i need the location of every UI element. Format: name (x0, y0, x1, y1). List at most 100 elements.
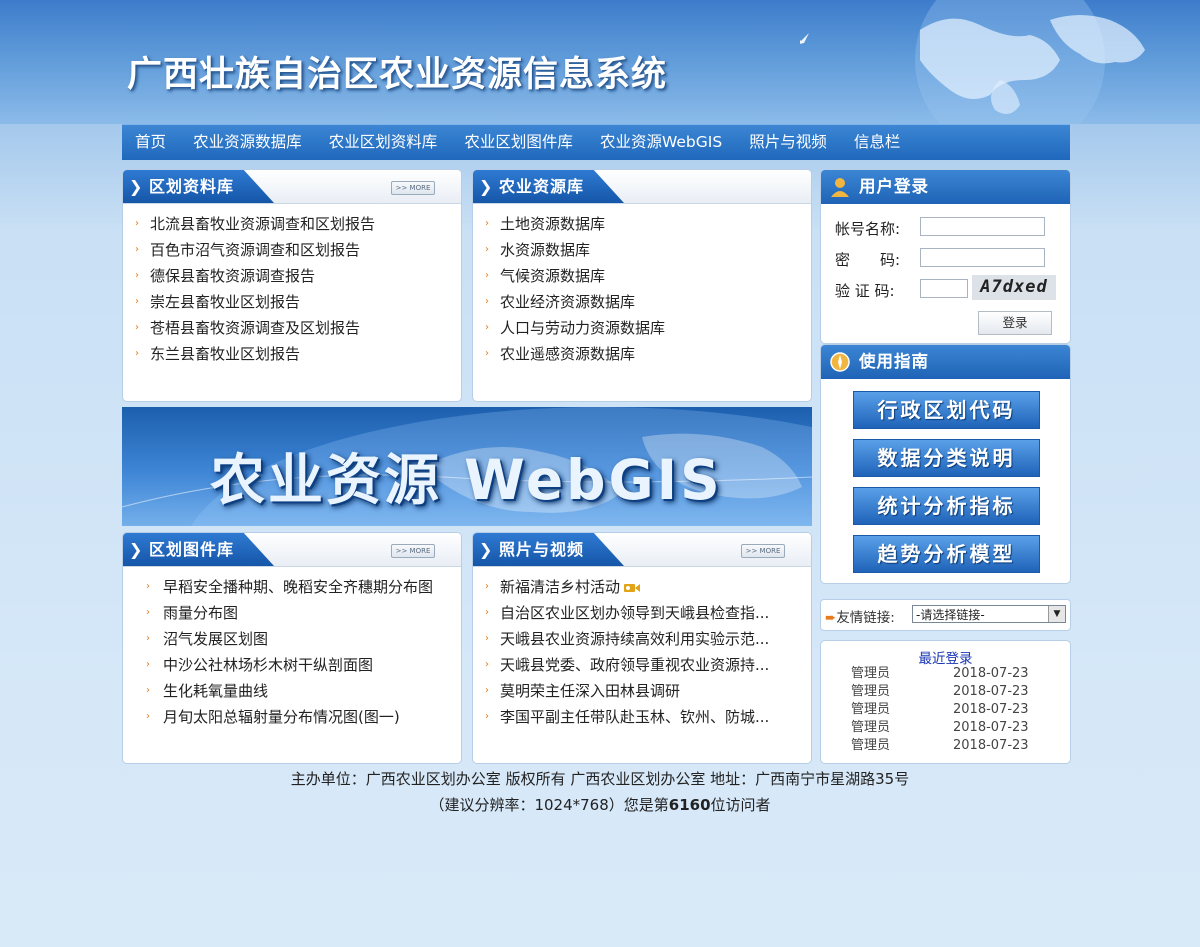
list-item[interactable]: › 沼气发展区划图 (123, 626, 461, 652)
nav-info-board[interactable]: 信息栏 (854, 125, 901, 160)
bullet-icon: › (485, 711, 489, 722)
world-map-graphic (800, 0, 1145, 124)
data-classification-button[interactable]: 数据分类说明 (853, 439, 1040, 477)
password-label: 密 码: (835, 251, 901, 269)
chevron-right-icon: ❯ (479, 177, 494, 196)
nav-zoning-maps[interactable]: 农业区划图件库 (464, 125, 573, 160)
login-button-label: 登录 (1002, 315, 1028, 330)
account-input[interactable] (920, 217, 1045, 236)
visitor-count: 6160 (668, 796, 711, 814)
bullet-icon: › (485, 607, 489, 618)
list-item[interactable]: › 生化耗氧量曲线 (123, 678, 461, 704)
bullet-icon: › (146, 685, 150, 696)
recent-login-row: 管理员 2018-07-23 (851, 720, 1029, 735)
bullet-icon: › (146, 581, 150, 592)
panel-header: ❯ 农业资源库 (473, 170, 811, 204)
bullet-icon: › (485, 244, 489, 255)
trend-model-button[interactable]: 趋势分析模型 (853, 535, 1040, 573)
bullet-icon: › (135, 348, 139, 359)
agri-resources-list: › 土地资源数据库 › 水资源数据库 › 气候资源数据库 › 农业经济资源数据库 › 人口… (473, 204, 811, 367)
main-nav: 首页 农业资源数据库 农业区划资料库 农业区划图件库 农业资源WebGIS 照片… (122, 124, 1070, 160)
captcha-input[interactable] (920, 279, 968, 298)
video-camera-icon (624, 583, 641, 592)
nav-zoning-documents[interactable]: 农业区划资料库 (329, 125, 438, 160)
panel-header: ❯ 照片与视频 >> MORE (473, 533, 811, 567)
list-item[interactable]: › 北流县畜牧业资源调查和区划报告 (123, 211, 461, 237)
bullet-icon: › (146, 607, 150, 618)
list-item[interactable]: › 中沙公社林场杉木树干纵剖面图 (123, 652, 461, 678)
panel-title: 农业资源库 (499, 177, 585, 196)
arrow-right-icon: ➨ (825, 610, 837, 626)
statistical-indicators-button[interactable]: 统计分析指标 (853, 487, 1040, 525)
zoning-maps-list: › 早稻安全播种期、晚稻安全齐穗期分布图 › 雨量分布图 › 沼气发展区划图 › 中沙公… (123, 567, 461, 730)
login-header: 用户登录 (821, 170, 1070, 204)
bullet-icon: › (146, 659, 150, 670)
bullet-icon: › (146, 711, 150, 722)
list-item[interactable]: › 崇左县畜牧业区划报告 (123, 289, 461, 315)
list-item[interactable]: › 莫明荣主任深入田林县调研 (473, 678, 811, 704)
list-item[interactable]: › 李国平副主任带队赴玉林、钦州、防城... (473, 704, 811, 730)
panel-header: ❯ 区划资料库 >> MORE (123, 170, 461, 204)
zoning-maps-panel: ❯ 区划图件库 >> MORE › 早稻安全播种期、晚稻安全齐穗期分布图 › 雨量分布… (122, 532, 462, 764)
list-item[interactable]: › 新福清洁乡村活动 (473, 574, 811, 600)
webgis-banner[interactable]: 农业资源 WebGIS (122, 407, 812, 526)
list-item[interactable]: › 农业经济资源数据库 (473, 289, 811, 315)
login-button[interactable]: 登录 (978, 311, 1052, 335)
chevron-right-icon: ❯ (129, 540, 144, 559)
list-item[interactable]: › 自治区农业区划办领导到天峨县检查指... (473, 600, 811, 626)
list-item[interactable]: › 苍梧县畜牧资源调查及区划报告 (123, 315, 461, 341)
guide-title: 使用指南 (859, 352, 929, 371)
panel-title-tab: ❯ 区划图件库 (123, 533, 275, 566)
list-item[interactable]: › 农业遥感资源数据库 (473, 341, 811, 367)
friendly-links: ➨友情链接: -请选择链接- ▼ (820, 599, 1071, 631)
zoning-documents-list: › 北流县畜牧业资源调查和区划报告 › 百色市沼气资源调查和区划报告 › 德保县畜牧资… (123, 204, 461, 367)
panel-title-tab: ❯ 照片与视频 (473, 533, 625, 566)
bullet-icon: › (485, 348, 489, 359)
photos-videos-list: › 新福清洁乡村活动 › 自治区农业区划办领导到天峨县检查指... › 天峨县农业资源… (473, 567, 811, 730)
list-item[interactable]: › 雨量分布图 (123, 600, 461, 626)
footer-visitor-line: （建议分辨率：1024*768）您是第6160位访问者 (0, 794, 1200, 815)
user-icon (831, 178, 849, 197)
nav-home[interactable]: 首页 (135, 125, 166, 160)
admin-division-code-button[interactable]: 行政区划代码 (853, 391, 1040, 429)
account-label: 帐号名称: (835, 220, 901, 238)
chevron-right-icon: ❯ (479, 540, 494, 559)
recent-login-row: 管理员 2018-07-23 (851, 702, 1029, 717)
links-select[interactable]: -请选择链接- ▼ (912, 605, 1066, 623)
nav-resource-database[interactable]: 农业资源数据库 (193, 125, 302, 160)
more-button[interactable]: >> MORE (391, 544, 435, 558)
nav-webgis[interactable]: 农业资源WebGIS (600, 125, 722, 160)
agri-resources-panel: ❯ 农业资源库 › 土地资源数据库 › 水资源数据库 › 气候资源数据库 › 农业经济资源… (472, 169, 812, 402)
bullet-icon: › (485, 633, 489, 644)
list-item[interactable]: › 人口与劳动力资源数据库 (473, 315, 811, 341)
login-panel: 用户登录 帐号名称: 密 码: 验 证 码: A7dxed 登录 (820, 169, 1071, 344)
more-button[interactable]: >> MORE (741, 544, 785, 558)
guide-header: 使用指南 (821, 345, 1070, 379)
more-button[interactable]: >> MORE (391, 181, 435, 195)
recent-login-row: 管理员 2018-07-23 (851, 666, 1029, 681)
bullet-icon: › (135, 270, 139, 281)
list-item[interactable]: › 天峨县农业资源持续高效利用实验示范... (473, 626, 811, 652)
list-item[interactable]: › 东兰县畜牧业区划报告 (123, 341, 461, 367)
bullet-icon: › (135, 244, 139, 255)
recent-login-row: 管理员 2018-07-23 (851, 684, 1029, 699)
list-item[interactable]: › 月旬太阳总辐射量分布情况图(图一) (123, 704, 461, 730)
list-item[interactable]: › 土地资源数据库 (473, 211, 811, 237)
banner-text: 农业资源 WebGIS (210, 448, 723, 512)
password-input[interactable] (920, 248, 1045, 267)
list-item[interactable]: › 早稻安全播种期、晚稻安全齐穗期分布图 (123, 574, 461, 600)
chevron-down-icon: ▼ (1048, 606, 1065, 622)
list-item[interactable]: › 水资源数据库 (473, 237, 811, 263)
list-item[interactable]: › 德保县畜牧资源调查报告 (123, 263, 461, 289)
panel-title: 照片与视频 (499, 540, 585, 559)
nav-photos-videos[interactable]: 照片与视频 (749, 125, 827, 160)
friendly-links-label: ➨友情链接: (825, 610, 895, 626)
captcha-image[interactable]: A7dxed (972, 275, 1056, 300)
list-item[interactable]: › 气候资源数据库 (473, 263, 811, 289)
chevron-right-icon: ❯ (129, 177, 144, 196)
recent-logins-title: 最近登录 (918, 651, 973, 667)
list-item[interactable]: › 百色市沼气资源调查和区划报告 (123, 237, 461, 263)
list-item[interactable]: › 天峨县党委、政府领导重视农业资源持... (473, 652, 811, 678)
login-title: 用户登录 (859, 177, 929, 196)
bullet-icon: › (135, 218, 139, 229)
